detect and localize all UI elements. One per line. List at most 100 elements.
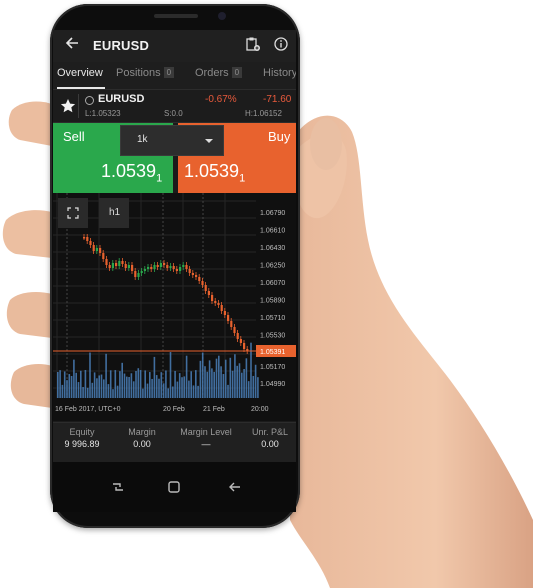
volume-bar bbox=[93, 372, 96, 398]
trade-panel: Sell 1.05391 Buy 1.05391 1k bbox=[53, 123, 296, 193]
candle-body bbox=[143, 269, 146, 271]
volume-bar bbox=[252, 375, 255, 398]
volume-bar bbox=[236, 365, 238, 398]
volume-bar bbox=[178, 373, 181, 398]
volume-bar bbox=[142, 388, 144, 398]
price-axis-label: 1.04990 bbox=[260, 381, 285, 388]
volume-bar bbox=[206, 371, 209, 398]
candle-body bbox=[150, 267, 153, 269]
volume-bar bbox=[126, 376, 128, 398]
volume-bar bbox=[128, 377, 130, 398]
tab-label: History bbox=[263, 67, 296, 79]
active-tab-indicator bbox=[57, 87, 105, 89]
summary-unrealized-pl: Unr. P&L 0.00 bbox=[245, 427, 295, 449]
price-axis-label: 1.06610 bbox=[260, 228, 285, 235]
volume-bar bbox=[174, 370, 176, 398]
summary-equity: Equity 9 996.89 bbox=[61, 427, 103, 449]
candle-body bbox=[211, 295, 214, 301]
expand-icon bbox=[67, 207, 79, 219]
volume-bar bbox=[199, 360, 202, 398]
star-icon[interactable] bbox=[60, 94, 79, 118]
volume-bar bbox=[144, 370, 146, 398]
tab-bar: Overview Positions 0 Orders 0 History bbox=[53, 62, 296, 90]
time-axis-label: 16 Feb 2017, UTC+0 bbox=[55, 406, 121, 413]
timeframe-label: h1 bbox=[109, 207, 121, 218]
tab-positions[interactable]: Positions 0 bbox=[116, 67, 175, 79]
recent-apps-icon[interactable] bbox=[111, 480, 125, 494]
candle-body bbox=[236, 333, 239, 339]
candle-body bbox=[102, 253, 105, 259]
tab-label: Positions bbox=[116, 67, 161, 79]
tab-orders[interactable]: Orders 0 bbox=[195, 67, 243, 79]
volume-bar bbox=[197, 385, 199, 398]
price-axis-label: 1.05710 bbox=[260, 315, 285, 322]
tab-overview[interactable]: Overview bbox=[57, 67, 103, 79]
quantity-dropdown[interactable]: 1k bbox=[120, 125, 224, 156]
candle-body bbox=[86, 237, 89, 241]
volume-bar bbox=[86, 387, 89, 398]
sell-price-main: 1.0539 bbox=[101, 161, 157, 181]
time-axis-label: 20 Feb bbox=[163, 406, 185, 413]
clipboard-plus-icon[interactable] bbox=[246, 37, 260, 51]
candle-body bbox=[163, 263, 166, 265]
volume-bar bbox=[169, 352, 172, 398]
volume-bar bbox=[80, 370, 82, 398]
candle-body bbox=[185, 265, 188, 269]
summary-label: Margin Level bbox=[180, 427, 232, 437]
candlestick-chart: 1.05391 1.06790 1.06610 1.06430 1.06250 1.060… bbox=[53, 193, 296, 413]
price-chart[interactable]: 1.05391 1.06790 1.06610 1.06430 1.06250 1.060… bbox=[53, 193, 296, 421]
price-axis-label: 1.06430 bbox=[260, 245, 285, 252]
volume-bar bbox=[234, 354, 236, 398]
volume-bar bbox=[188, 380, 190, 398]
back-nav-icon[interactable] bbox=[228, 480, 242, 494]
volume-bar bbox=[153, 356, 156, 398]
volume-bar bbox=[162, 383, 165, 398]
volume-bar bbox=[116, 385, 119, 398]
volume-bar bbox=[57, 372, 59, 398]
volume-bar bbox=[84, 370, 87, 398]
candle-body bbox=[105, 259, 108, 265]
tab-label: Overview bbox=[57, 67, 103, 79]
volume-bar bbox=[231, 370, 234, 398]
candle-body bbox=[111, 263, 114, 268]
volume-bar bbox=[77, 382, 80, 398]
volume-bar bbox=[149, 372, 151, 398]
volume-bar bbox=[91, 382, 94, 398]
volume-bar bbox=[139, 370, 142, 398]
candle-body bbox=[124, 264, 127, 268]
summary-label: Margin bbox=[128, 427, 156, 437]
volume-bar bbox=[172, 386, 174, 398]
candle-body bbox=[137, 273, 140, 277]
candle-body bbox=[118, 261, 121, 266]
instrument-row[interactable]: EURUSD -0.67% -71.60 L:1.05323 S:0.0 H:1… bbox=[53, 90, 296, 123]
volume-bar bbox=[176, 381, 179, 398]
candle-body bbox=[153, 265, 156, 269]
sell-price: 1.05391 bbox=[101, 161, 162, 185]
volume-bar bbox=[137, 368, 140, 398]
volume-bar bbox=[59, 370, 61, 398]
time-axis-label: 21 Feb bbox=[203, 406, 225, 413]
navigation-bar bbox=[53, 462, 296, 512]
volume-bar bbox=[151, 378, 153, 398]
timeframe-button[interactable]: h1 bbox=[99, 198, 129, 228]
tab-history[interactable]: History bbox=[263, 67, 296, 79]
market-status-icon bbox=[85, 96, 94, 105]
summary-margin-level: Margin Level — bbox=[173, 427, 239, 449]
volume-bar bbox=[73, 359, 75, 398]
candle-body bbox=[175, 269, 178, 271]
arrow-left-icon[interactable] bbox=[65, 36, 79, 55]
volume-bar bbox=[224, 359, 227, 398]
candle-body bbox=[127, 265, 130, 268]
candle-body bbox=[233, 327, 236, 333]
page-title: EURUSD bbox=[93, 38, 150, 53]
volume-bar bbox=[204, 366, 206, 398]
fullscreen-button[interactable] bbox=[58, 198, 88, 228]
volume-bar bbox=[123, 373, 126, 398]
volume-bar bbox=[98, 375, 100, 398]
candle-body bbox=[156, 265, 159, 267]
volume-bar bbox=[213, 371, 215, 398]
home-icon[interactable] bbox=[167, 480, 181, 494]
volume-bar bbox=[183, 376, 186, 398]
volume-bar bbox=[105, 353, 107, 398]
info-icon[interactable] bbox=[274, 37, 288, 51]
